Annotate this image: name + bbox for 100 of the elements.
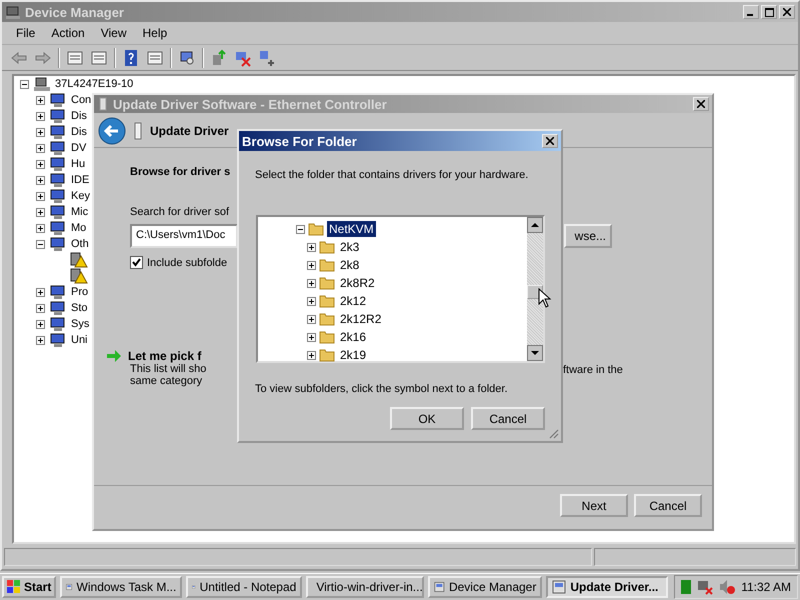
device-icon <box>49 172 67 188</box>
folder-icon <box>319 347 335 363</box>
folder-icon <box>319 311 335 327</box>
warning-device-icon[interactable] <box>70 268 88 284</box>
start-button[interactable]: Start <box>2 576 56 598</box>
help-icon[interactable] <box>122 48 140 66</box>
collapse-icon[interactable] <box>296 224 305 234</box>
network-error-icon <box>697 579 714 595</box>
taskbar-button[interactable]: Device Manager <box>428 576 542 598</box>
app-icon <box>434 580 445 594</box>
folder-icon <box>319 275 335 291</box>
folder-icon <box>308 221 324 237</box>
expand-icon[interactable] <box>36 112 45 120</box>
window-title: Device Manager <box>25 4 125 20</box>
taskbar-button[interactable]: Virtio-win-driver-in... <box>306 576 424 598</box>
folder-item[interactable]: 2k8 <box>338 257 362 273</box>
device-icon <box>97 97 109 111</box>
clock: 11:32 AM <box>741 580 791 594</box>
tree-item[interactable]: Pro <box>71 286 88 298</box>
tree-item[interactable]: Mic <box>71 206 88 218</box>
collapse-icon[interactable] <box>36 240 45 248</box>
device-icon <box>49 236 67 252</box>
expand-icon[interactable] <box>36 144 45 152</box>
expand-icon[interactable] <box>307 242 316 252</box>
expand-icon[interactable] <box>307 332 316 342</box>
tree-item[interactable]: Dis <box>71 126 87 138</box>
folder-item[interactable]: 2k16 <box>338 329 368 345</box>
list-icon[interactable] <box>66 48 84 66</box>
close-button[interactable] <box>542 134 558 148</box>
expand-icon[interactable] <box>36 288 45 296</box>
device-icon <box>49 300 67 316</box>
device-icon <box>49 332 67 348</box>
expand-icon[interactable] <box>36 160 45 168</box>
menu-item[interactable]: File <box>8 26 44 40</box>
expand-icon[interactable] <box>307 296 316 306</box>
warning-device-icon[interactable] <box>70 252 88 268</box>
app-icon <box>552 580 566 594</box>
tree-item[interactable]: Sto <box>71 302 88 314</box>
expand-icon[interactable] <box>36 208 45 216</box>
ok-button[interactable]: OK <box>390 407 464 430</box>
menu-item[interactable]: Help <box>134 26 176 40</box>
close-icon <box>697 100 705 108</box>
expand-icon[interactable] <box>307 350 316 360</box>
tree-item[interactable]: Con <box>71 94 92 106</box>
option-title[interactable]: Let me pick f <box>128 349 202 363</box>
folder-item[interactable]: 2k12R2 <box>338 311 384 327</box>
expand-icon[interactable] <box>36 320 45 328</box>
close-icon <box>546 137 554 145</box>
folder-icon <box>319 257 335 273</box>
path-field[interactable]: C:\Users\vm1\Doc <box>130 224 238 248</box>
menu-item[interactable]: View <box>92 26 134 40</box>
tree-item[interactable]: IDE <box>71 174 90 186</box>
folder-item[interactable]: 2k3 <box>338 239 362 255</box>
device-icon <box>49 92 67 108</box>
folder-item[interactable]: 2k12 <box>338 293 368 309</box>
tree-item[interactable]: Sys <box>71 318 90 330</box>
expand-icon[interactable] <box>36 304 45 312</box>
scrollbar[interactable] <box>527 217 543 361</box>
collapse-icon[interactable] <box>20 80 29 88</box>
folder-item[interactable]: 2k8R2 <box>338 275 377 291</box>
scroll-down-button[interactable] <box>527 345 543 361</box>
device-icon <box>49 316 67 332</box>
next-button[interactable]: Next <box>560 494 628 517</box>
tree-item[interactable]: Key <box>71 190 90 202</box>
taskbar-button[interactable]: Windows Task M... <box>60 576 182 598</box>
browse-button[interactable]: wse... <box>564 224 612 248</box>
expand-icon[interactable] <box>36 176 45 184</box>
cancel-button[interactable]: Cancel <box>634 494 702 517</box>
expand-icon[interactable] <box>36 224 45 232</box>
tree-item[interactable]: Uni <box>71 334 88 346</box>
menu-item[interactable]: Action <box>43 26 93 40</box>
resize-grip-icon[interactable] <box>547 427 559 439</box>
tree-item[interactable]: Dis <box>71 110 87 122</box>
cancel-button[interactable]: Cancel <box>471 407 545 430</box>
expand-icon[interactable] <box>307 278 316 288</box>
close-icon <box>783 8 791 16</box>
scroll-up-button[interactable] <box>527 217 543 233</box>
hint-text: To view subfolders, click the symbol next to a folder. <box>255 383 509 395</box>
expand-icon[interactable] <box>36 192 45 200</box>
tree-item[interactable]: Mo <box>71 222 86 234</box>
tree-item[interactable]: 37L4247E19-10 <box>55 78 134 90</box>
taskbar-button[interactable]: Untitled - Notepad <box>186 576 302 598</box>
device-icon <box>49 220 67 236</box>
computer-icon <box>5 4 21 20</box>
checkbox[interactable] <box>130 256 143 269</box>
expand-icon[interactable] <box>36 336 45 344</box>
taskbar-button[interactable]: Update Driver... <box>546 576 668 598</box>
tree-item[interactable]: DV <box>71 142 86 154</box>
expand-icon[interactable] <box>307 260 316 270</box>
back-button[interactable] <box>98 117 126 145</box>
dialog-heading: Update Driver <box>150 124 229 138</box>
tree-item[interactable]: Oth <box>71 238 89 250</box>
tree-item[interactable]: Hu <box>71 158 86 170</box>
expand-icon[interactable] <box>307 314 316 324</box>
option-description: ftware in the <box>563 364 623 378</box>
expand-icon[interactable] <box>36 96 45 104</box>
folder-item[interactable]: NetKVM <box>327 221 376 237</box>
expand-icon[interactable] <box>36 128 45 136</box>
device-icon <box>132 121 144 141</box>
folder-item[interactable]: 2k19 <box>338 347 368 363</box>
